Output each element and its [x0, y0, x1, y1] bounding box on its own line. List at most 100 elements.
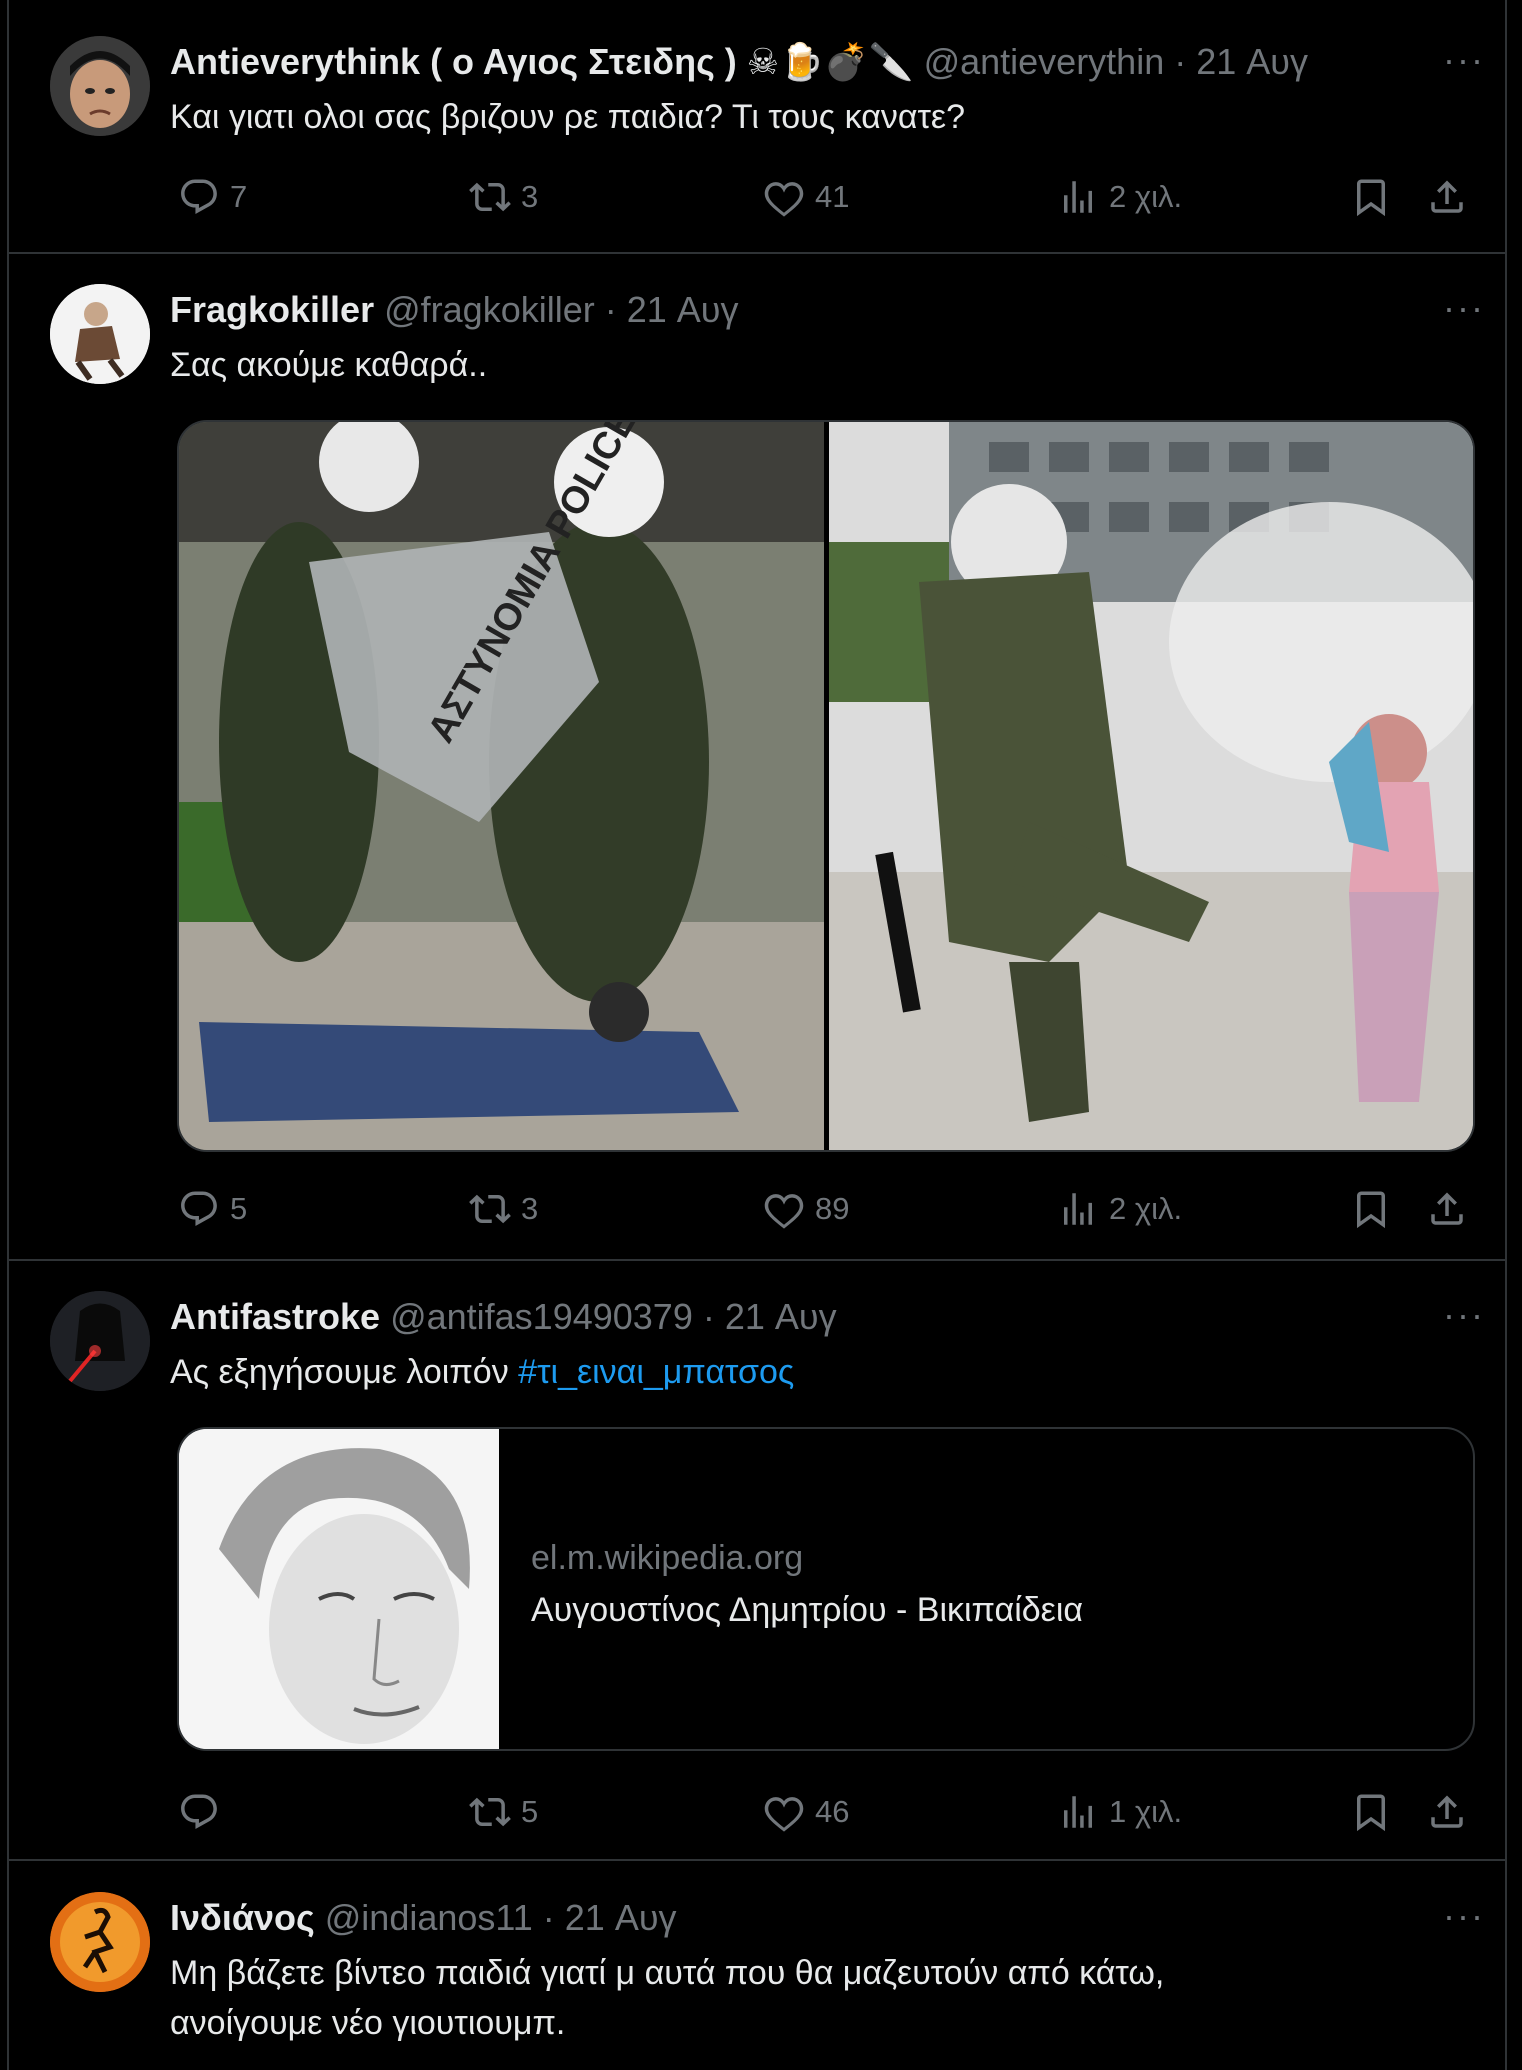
display-name[interactable]: Ινδιάνος [170, 1897, 315, 1938]
views-button[interactable]: 2 χιλ. [1057, 167, 1182, 227]
display-name[interactable]: Fragkokiller [170, 289, 374, 330]
like-count: 89 [815, 1191, 850, 1226]
bookmark-button[interactable] [1350, 1782, 1392, 1842]
retweet-icon [469, 1791, 511, 1833]
like-icon [763, 1791, 805, 1833]
link-card-domain: el.m.wikipedia.org [531, 1539, 804, 1577]
bookmark-icon [1350, 1188, 1392, 1230]
hashtag-link[interactable]: #τι_ειναι_μπατσος [518, 1353, 794, 1391]
like-count: 41 [815, 179, 850, 214]
timestamp[interactable]: · 21 Αυγ [605, 289, 739, 330]
tweet-text: Ας εξηγήσουμε λοιπόν #τι_ειναι_μπατσος [170, 1347, 1445, 1397]
handle[interactable]: @antifas19490379 [390, 1296, 693, 1337]
tweet[interactable]: Antifastroke @antifas19490379 · 21 Αυγ ·… [9, 1259, 1505, 1861]
retweet-count: 5 [521, 1794, 539, 1829]
display-name[interactable]: Antieverythink ( ο Αγιος Στειδης ) ☠🍺💣🔪 [170, 41, 914, 82]
like-icon [763, 1188, 805, 1230]
action-bar: 5 46 1 χιλ. [170, 1782, 1470, 1842]
tweet-media[interactable]: ΑΣΤΥΝΟΜΙΑ POLICE [177, 420, 1475, 1152]
tweet-header: Antieverythink ( ο Αγιος Στειδης ) ☠🍺💣🔪 … [170, 40, 1445, 84]
views-icon [1057, 176, 1099, 218]
photo-left[interactable]: ΑΣΤΥΝΟΜΙΑ POLICE [179, 422, 824, 1150]
tweet-header: Ινδιάνος @indianos11 · 21 Αυγ [170, 1896, 1445, 1940]
avatar-image [50, 284, 150, 384]
reply-icon [178, 176, 220, 218]
like-icon [763, 176, 805, 218]
tweet[interactable]: Ινδιάνος @indianos11 · 21 Αυγ ··· Μη βάζ… [9, 1859, 1505, 2070]
handle[interactable]: @fragkokiller [384, 289, 595, 330]
more-options-icon[interactable]: ··· [1443, 288, 1485, 328]
share-icon [1426, 176, 1468, 218]
bookmark-icon [1350, 1791, 1392, 1833]
share-button[interactable] [1426, 1179, 1468, 1239]
display-name[interactable]: Antifastroke [170, 1296, 380, 1337]
retweet-icon [469, 176, 511, 218]
views-count: 2 χιλ. [1109, 179, 1183, 214]
views-icon [1057, 1791, 1099, 1833]
retweet-button[interactable]: 3 [469, 1179, 538, 1239]
reply-icon [178, 1188, 220, 1230]
photo-riot-police-right [828, 422, 1473, 1150]
timestamp[interactable]: · 21 Αυγ [703, 1296, 837, 1337]
action-bar: 7 3 41 2 χιλ. [170, 167, 1470, 227]
avatar[interactable] [50, 36, 150, 136]
avatar-image [50, 36, 150, 136]
avatar[interactable] [50, 1291, 150, 1391]
views-button[interactable]: 2 χιλ. [1057, 1179, 1182, 1239]
like-button[interactable]: 89 [763, 1179, 849, 1239]
reply-count: 5 [230, 1191, 248, 1226]
views-button[interactable]: 1 χιλ. [1057, 1782, 1182, 1842]
views-count: 1 χιλ. [1109, 1794, 1183, 1829]
retweet-count: 3 [521, 179, 539, 214]
tweet-text: Μη βάζετε βίντεο παιδιά γιατί μ αυτά που… [170, 1948, 1445, 2048]
reply-button[interactable] [178, 1782, 230, 1842]
handle[interactable]: @antieverythin [924, 41, 1165, 82]
more-options-icon[interactable]: ··· [1443, 1896, 1485, 1936]
bookmark-icon [1350, 176, 1392, 218]
retweet-icon [469, 1188, 511, 1230]
tweet[interactable]: Fragkokiller @fragkokiller · 21 Αυγ ··· … [9, 252, 1505, 1261]
tweet-text-content: Ας εξηγήσουμε λοιπόν [170, 1353, 509, 1391]
like-button[interactable]: 41 [763, 167, 849, 227]
like-count: 46 [815, 1794, 850, 1829]
more-options-icon[interactable]: ··· [1443, 40, 1485, 80]
link-card-title: Αυγουστίνος Δημητρίου - Βικιπαίδεια [531, 1591, 1084, 1629]
timeline: Antieverythink ( ο Αγιος Στειδης ) ☠🍺💣🔪 … [7, 0, 1507, 2070]
share-icon [1426, 1188, 1468, 1230]
share-button[interactable] [1426, 167, 1468, 227]
avatar[interactable] [50, 284, 150, 384]
tweet-header: Antifastroke @antifas19490379 · 21 Αυγ [170, 1295, 1445, 1339]
bookmark-button[interactable] [1350, 167, 1392, 227]
action-bar: 5 3 89 2 χιλ. [170, 1179, 1470, 1239]
share-button[interactable] [1426, 1782, 1468, 1842]
avatar[interactable] [50, 1892, 150, 1992]
reply-count: 7 [230, 179, 248, 214]
tweet-text-line: ανοίγουμε νέο γιουτιουμπ. [170, 2004, 566, 2042]
timestamp[interactable]: · 21 Αυγ [1174, 41, 1308, 82]
tweet-header: Fragkokiller @fragkokiller · 21 Αυγ [170, 288, 1445, 332]
retweet-button[interactable]: 3 [469, 167, 538, 227]
reply-button[interactable]: 5 [178, 1179, 247, 1239]
reply-button[interactable]: 7 [178, 167, 247, 227]
link-card[interactable]: el.m.wikipedia.org Αυγουστίνος Δημητρίου… [177, 1427, 1475, 1751]
tweet-text-line: Μη βάζετε βίντεο παιδιά γιατί μ αυτά που… [170, 1954, 1165, 1992]
tweet-text: Σας ακούμε καθαρά.. [170, 346, 488, 384]
link-card-thumbnail [179, 1429, 499, 1749]
tweet[interactable]: Antieverythink ( ο Αγιος Στειδης ) ☠🍺💣🔪 … [9, 0, 1505, 254]
views-count: 2 χιλ. [1109, 1191, 1183, 1226]
views-icon [1057, 1188, 1099, 1230]
avatar-image [50, 1291, 150, 1391]
photo-riot-police-left: ΑΣΤΥΝΟΜΙΑ POLICE [179, 422, 824, 1150]
bookmark-button[interactable] [1350, 1179, 1392, 1239]
photo-right[interactable] [828, 422, 1473, 1150]
retweet-button[interactable]: 5 [469, 1782, 538, 1842]
more-options-icon[interactable]: ··· [1443, 1295, 1485, 1335]
tweet-text: Και γιατι ολοι σας βριζουν ρε παιδια? Τι… [170, 98, 965, 136]
avatar-image [50, 1892, 150, 1992]
like-button[interactable]: 46 [763, 1782, 849, 1842]
timestamp[interactable]: · 21 Αυγ [543, 1897, 677, 1938]
reply-icon [178, 1791, 220, 1833]
sketch-portrait-image [179, 1429, 499, 1749]
handle[interactable]: @indianos11 [325, 1897, 533, 1938]
share-icon [1426, 1791, 1468, 1833]
